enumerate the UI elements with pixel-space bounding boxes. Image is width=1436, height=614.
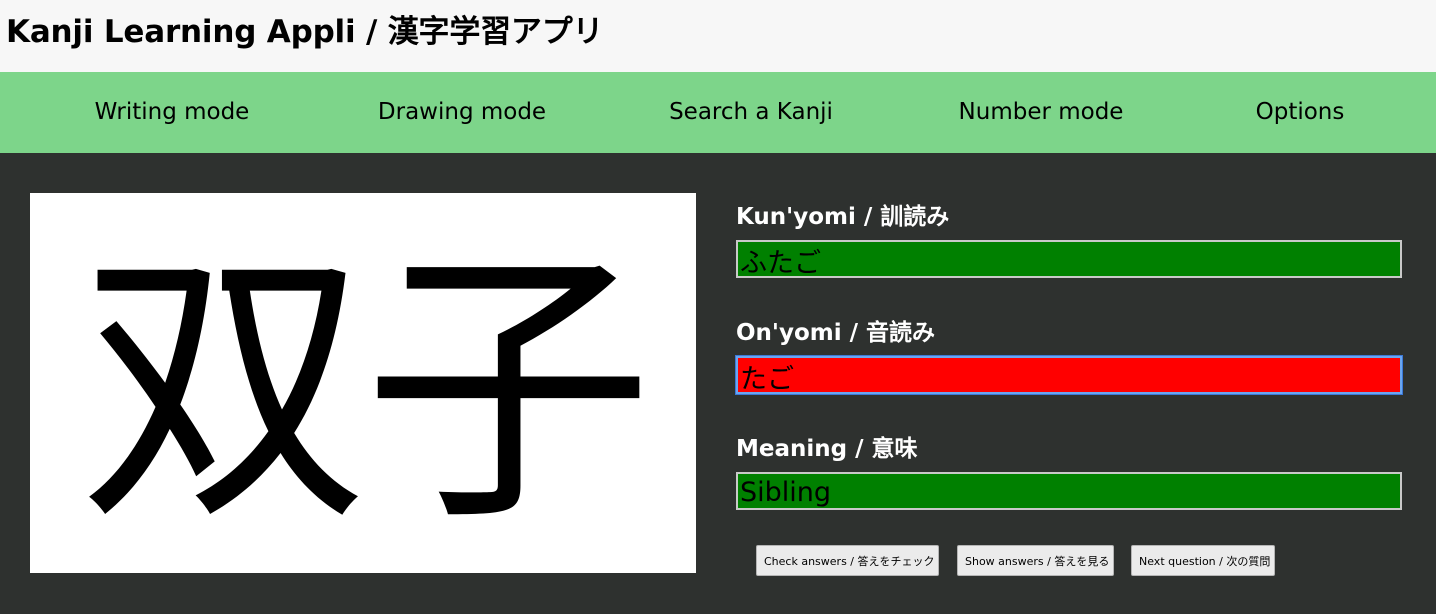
kunyomi-input[interactable] <box>736 240 1402 278</box>
next-question-button[interactable]: Next question / 次の質問 <box>1131 545 1275 576</box>
main-content: 双子 Kun'yomi / 訓読み On'yomi / 音読み Meaning … <box>0 153 1436 614</box>
nav-item-writing-mode[interactable]: Writing mode <box>95 72 250 153</box>
nav-bar: Writing mode Drawing mode Search a Kanji… <box>0 72 1436 153</box>
onyomi-input[interactable] <box>736 356 1402 394</box>
nav-item-search-kanji[interactable]: Search a Kanji <box>669 72 833 153</box>
nav-item-drawing-mode[interactable]: Drawing mode <box>378 72 546 153</box>
kunyomi-label: Kun'yomi / 訓読み <box>736 204 950 230</box>
nav-item-options[interactable]: Options <box>1256 72 1345 153</box>
nav-item-number-mode[interactable]: Number mode <box>959 72 1124 153</box>
app-title: Kanji Learning Appli / 漢字学習アプリ <box>6 14 604 50</box>
meaning-label: Meaning / 意味 <box>736 436 918 462</box>
kanji-display-card: 双子 <box>30 193 696 573</box>
onyomi-label: On'yomi / 音読み <box>736 320 936 346</box>
check-answers-button[interactable]: Check answers / 答えをチェック <box>756 545 939 576</box>
app-header: Kanji Learning Appli / 漢字学習アプリ <box>0 0 1436 72</box>
kanji-character: 双子 <box>79 223 653 560</box>
meaning-input[interactable] <box>736 472 1402 510</box>
show-answers-button[interactable]: Show answers / 答えを見る <box>957 545 1114 576</box>
